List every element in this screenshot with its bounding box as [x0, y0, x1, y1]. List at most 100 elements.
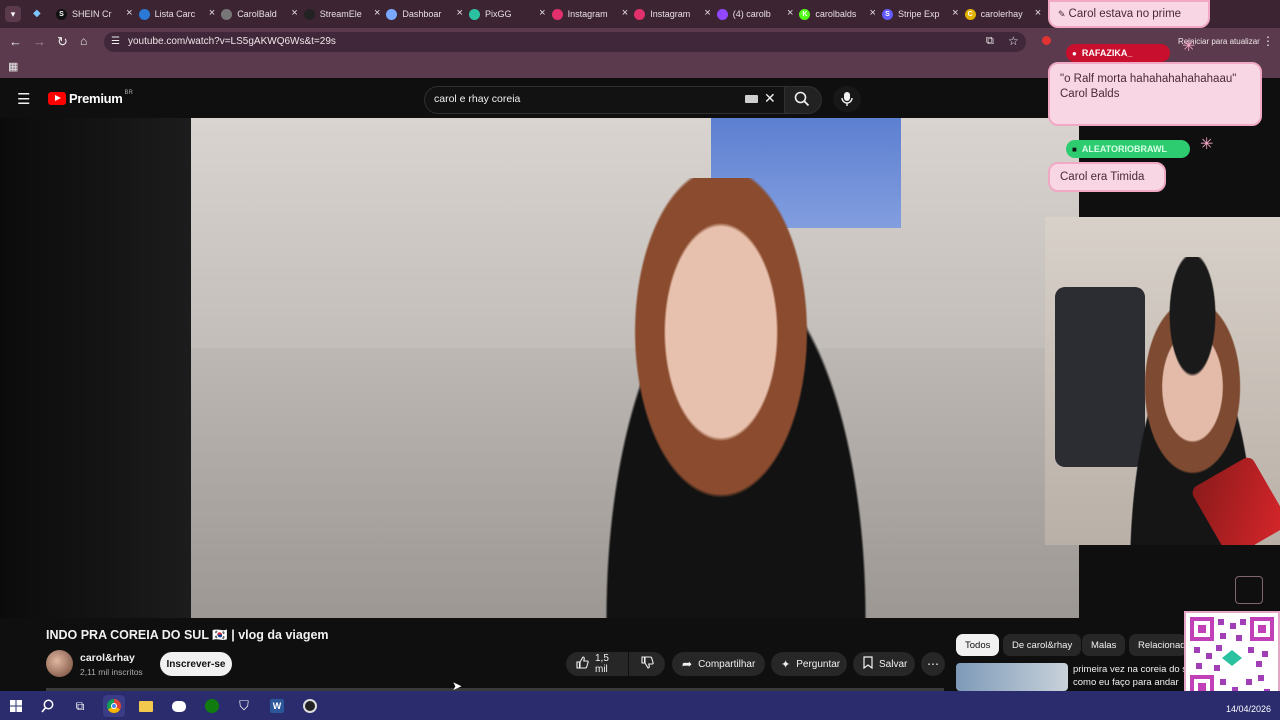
close-tab-icon[interactable]: ×	[870, 7, 876, 19]
home-icon[interactable]: ⌂	[80, 34, 87, 48]
chat-top-text: Carol estava no prime	[1068, 8, 1182, 20]
browser-tab[interactable]: Dashboar ×	[386, 3, 463, 25]
forward-icon[interactable]: →	[33, 34, 46, 49]
browser-tab[interactable]: CarolBald ×	[221, 3, 298, 25]
ig-icon	[634, 8, 646, 20]
bookmark-star-icon[interactable]: ☆	[1008, 34, 1019, 48]
chat-text-1: "o Ralf morta hahahahahahahaau" Carol Ba…	[1060, 73, 1237, 100]
apps-icon[interactable]: ▦	[8, 60, 18, 73]
chip-todos[interactable]: Todos	[956, 634, 1000, 656]
related-video-title[interactable]: primeira vez na coreia do s como eu faço…	[1073, 663, 1188, 689]
browser-tab-label: (4) carolb	[732, 9, 771, 19]
browser-tab[interactable]: Ccarolerhay ×	[964, 3, 1041, 25]
save-button[interactable]: Salvar	[853, 652, 915, 676]
related-video-thumbnail[interactable]	[956, 663, 1068, 691]
dislike-button[interactable]	[629, 652, 665, 676]
more-actions-button[interactable]: ⋯	[921, 652, 945, 676]
back-icon[interactable]: ←	[9, 34, 22, 49]
twitch-icon	[716, 8, 728, 20]
browser-tab-label: carolbalds	[815, 9, 857, 19]
S-icon: S	[882, 8, 893, 20]
subscriber-count: 2,11 mil inscritos	[80, 667, 143, 677]
browser-menu-icon[interactable]: ⋮	[1262, 34, 1274, 48]
chip-relacionados[interactable]: Relacionad	[1129, 634, 1187, 656]
chip-malas[interactable]: Malas	[1082, 634, 1126, 656]
share-button[interactable]: ➦ Compartilhar	[672, 652, 765, 676]
browser-tab-label: Stripe Exp	[898, 9, 940, 19]
region-code: BR	[124, 89, 133, 96]
ask-label: Perguntar	[796, 658, 841, 670]
gamepad-icon: ■	[1072, 144, 1077, 154]
search-input[interactable]: carol e rhay coreia	[434, 93, 520, 105]
like-button[interactable]: 1,5 mil	[566, 652, 628, 676]
streamer-webcam	[1045, 217, 1280, 545]
extension-icon[interactable]	[1042, 36, 1051, 45]
chip-de-carol-rhay[interactable]: De carol&rhay	[1003, 634, 1082, 656]
thumbs-down-icon	[640, 656, 654, 672]
keyboard-icon[interactable]	[745, 95, 758, 103]
close-tab-icon[interactable]: ×	[1035, 7, 1041, 19]
close-tab-icon[interactable]: ×	[787, 7, 793, 19]
windows-start-icon[interactable]	[5, 695, 27, 717]
like-count: 1,5 mil	[595, 653, 609, 675]
tab-search-button[interactable]: ▾	[5, 6, 21, 22]
shield-app-icon[interactable]: ⛉	[233, 695, 255, 717]
thumbs-up-icon	[576, 656, 589, 672]
ask-button[interactable]: ✦ Perguntar	[771, 652, 847, 676]
browser-tab[interactable]: S Stripe Exp ×	[882, 3, 959, 25]
discord-icon[interactable]	[168, 695, 190, 717]
xbox-icon[interactable]	[201, 695, 223, 717]
chat-username-badge-1: ● RAFAZIKA_	[1066, 44, 1170, 62]
search-icon[interactable]	[37, 695, 59, 717]
close-tab-icon[interactable]: ×	[374, 7, 380, 19]
clear-search-icon[interactable]: ✕	[764, 90, 776, 107]
anchor-icon	[303, 8, 315, 20]
browser-tab[interactable]: Instagram ×	[551, 3, 628, 25]
chrome-icon[interactable]	[103, 695, 125, 717]
obs-icon[interactable]	[299, 695, 321, 717]
task-view-icon[interactable]: ⧉	[69, 695, 91, 717]
chat-username-badge-2: ■ ALEATORIOBRAWL	[1066, 140, 1190, 158]
channel-name[interactable]: carol&rhay	[80, 652, 135, 664]
browser-tab[interactable]: Instagram ×	[634, 3, 711, 25]
close-tab-icon[interactable]: ×	[457, 7, 463, 19]
word-icon[interactable]: W	[266, 695, 288, 717]
cloud-icon	[138, 8, 150, 20]
browser-tab[interactable]: (4) carolb ×	[716, 3, 793, 25]
close-tab-icon[interactable]: ×	[209, 7, 215, 19]
close-tab-icon[interactable]: ×	[704, 7, 710, 19]
browser-tab[interactable]: Kcarolbalds ×	[799, 3, 876, 25]
pinned-tab-icon[interactable]: ◆	[33, 8, 44, 19]
microphone-icon	[840, 91, 854, 112]
channel-avatar[interactable]	[46, 650, 73, 677]
sparkle-decoration-icon: ✳	[1200, 136, 1214, 153]
browser-tab[interactable]: Lista Carc ×	[138, 3, 215, 25]
S-icon: S	[56, 8, 67, 20]
subscribe-button[interactable]: Inscrever-se	[160, 652, 232, 676]
chat-message-top: ✎ Carol estava no prime	[1048, 0, 1210, 28]
close-tab-icon[interactable]: ×	[952, 7, 958, 19]
close-tab-icon[interactable]: ×	[622, 7, 628, 19]
browser-tab[interactable]: PixGG ×	[469, 3, 546, 25]
video-player[interactable]	[191, 118, 1079, 618]
chat-message-2: Carol era Timida	[1048, 162, 1166, 192]
browser-tab[interactable]: StreamEle ×	[303, 3, 380, 25]
browser-tab-label: StreamEle	[319, 9, 362, 19]
youtube-logo[interactable]: Premium BR	[48, 89, 133, 106]
browser-tab-label: Dashboar	[402, 9, 442, 19]
save-label: Salvar	[879, 658, 908, 670]
reload-icon[interactable]: ↻	[57, 34, 68, 50]
close-tab-icon[interactable]: ×	[126, 7, 132, 19]
sparkle-decoration-icon: ✳	[1182, 38, 1196, 55]
browser-tab-label: PixGG	[485, 9, 512, 19]
site-info-icon[interactable]: ☰	[111, 36, 120, 47]
close-tab-icon[interactable]: ×	[291, 7, 297, 19]
browser-tab[interactable]: S SHEIN Cr ×	[56, 3, 133, 25]
file-explorer-icon[interactable]	[135, 695, 157, 717]
close-tab-icon[interactable]: ×	[539, 7, 545, 19]
C-icon: C	[964, 8, 976, 20]
url-text[interactable]: youtube.com/watch?v=LS5gAKWQ6Ws&t=29s	[128, 36, 336, 47]
hamburger-menu-icon[interactable]: ☰	[17, 90, 30, 108]
install-icon[interactable]: ⧉	[986, 35, 994, 48]
chat-username-2: ALEATORIOBRAWL	[1081, 144, 1168, 154]
